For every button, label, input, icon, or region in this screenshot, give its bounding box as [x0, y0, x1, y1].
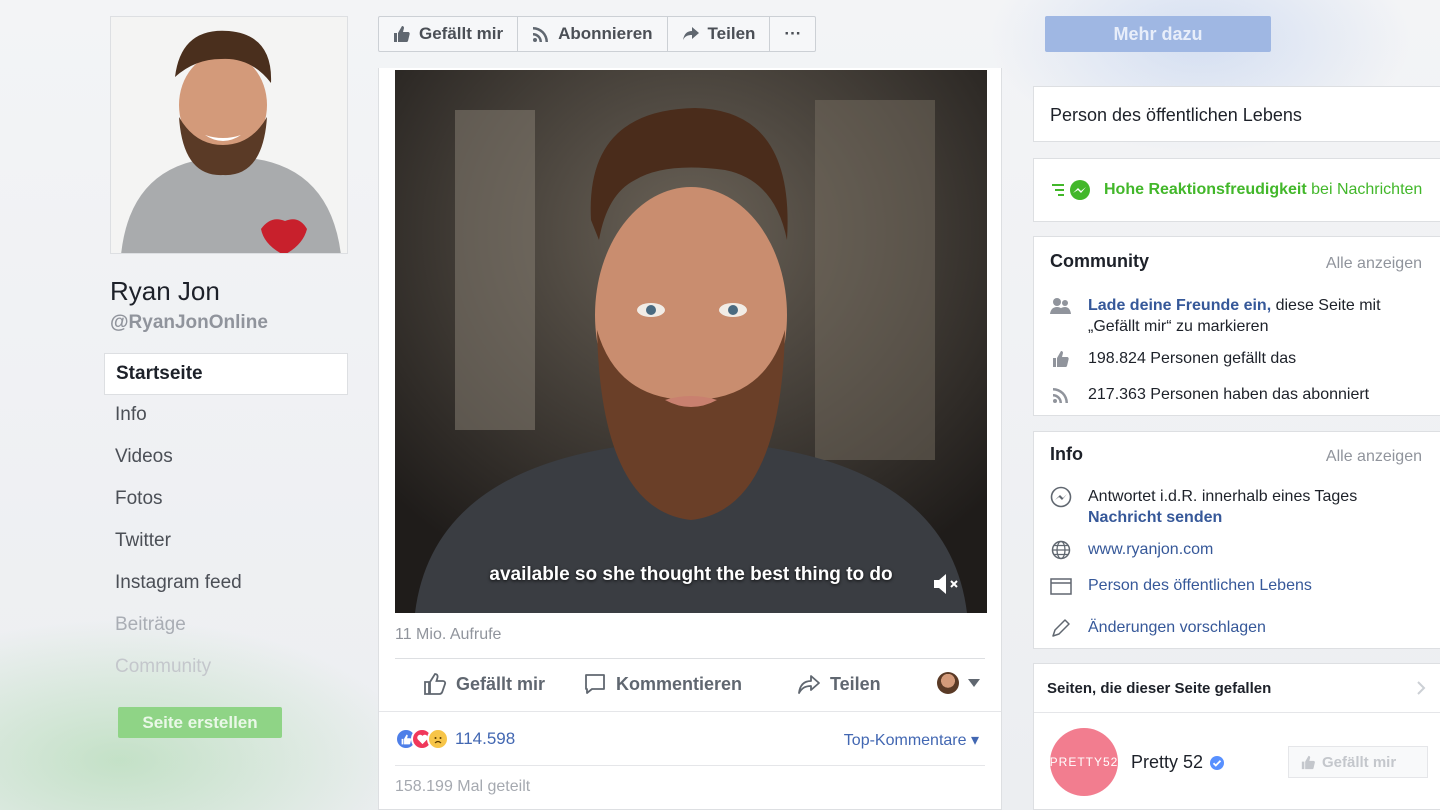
subscribe-label: Abonnieren: [558, 24, 653, 43]
avatar: [937, 672, 959, 694]
comment-sort-dropdown[interactable]: Top-Kommentare ▾: [844, 730, 979, 750]
divider: [1034, 712, 1440, 713]
nav-item-community[interactable]: Community: [104, 647, 348, 689]
page-likes-count: 198.824 Personen gefällt das: [1088, 350, 1297, 367]
thumbs-up-icon: [1301, 755, 1315, 769]
responsiveness-rest: bei Nachrichten: [1306, 181, 1423, 198]
more-options-button[interactable]: ···: [770, 17, 815, 51]
comment-label: Kommentieren: [616, 673, 743, 694]
followers-count: 217.363 Personen haben das abonniert: [1088, 386, 1370, 403]
like-liked-page-button[interactable]: Gefällt mir: [1288, 746, 1428, 778]
page-handle: @RyanJonOnline: [110, 312, 268, 333]
info-card: Info Alle anzeigen Antwortet i.d.R. inne…: [1033, 431, 1440, 649]
nav-item-twitter[interactable]: Twitter: [104, 521, 348, 563]
nav-item-fotos[interactable]: Fotos: [104, 479, 348, 521]
page-title: Ryan Jon: [110, 276, 220, 306]
invite-friends-link[interactable]: Lade deine Freunde ein,: [1088, 297, 1271, 314]
thumbs-up-icon: [394, 26, 410, 42]
category-card: Person des öffentlichen Lebens: [1033, 86, 1440, 142]
ellipsis-icon: ···: [784, 24, 802, 43]
nav-item-info[interactable]: Info: [104, 395, 348, 437]
community-card: Community Alle anzeigen Lade deine Freun…: [1033, 236, 1440, 416]
community-see-all[interactable]: Alle anzeigen: [1326, 255, 1422, 273]
rss-icon: [1050, 384, 1072, 406]
liked-pages-title: Seiten, die dieser Seite gefallen: [1047, 680, 1272, 697]
website-link[interactable]: www.ryanjon.com: [1088, 539, 1213, 561]
share-page-button[interactable]: Teilen: [668, 17, 771, 51]
category-link[interactable]: Person des öffentlichen Lebens: [1088, 575, 1312, 597]
share-count[interactable]: 158.199 Mal geteilt: [395, 778, 530, 796]
like-page-button[interactable]: Gefällt mir: [379, 17, 519, 51]
divider: [395, 658, 985, 659]
like-liked-page-label: Gefällt mir: [1322, 753, 1397, 771]
post-actions: Gefällt mir Kommentieren Teilen: [395, 666, 985, 710]
profile-picture[interactable]: [110, 16, 348, 254]
chevron-right-icon[interactable]: [1416, 680, 1426, 696]
nav-item-instagram-feed[interactable]: Instagram feed: [104, 563, 348, 605]
video-subtitle: available so she thought the best thing …: [489, 564, 893, 585]
liked-pages-card: Seiten, die dieser Seite gefallen PRETTY…: [1033, 663, 1440, 810]
share-post-button[interactable]: Teilen: [797, 672, 881, 696]
page-action-bar: Gefällt mir Abonnieren Teilen ···: [378, 16, 817, 52]
nav-item-beitraege[interactable]: Beiträge: [104, 605, 348, 647]
people-icon: [1050, 295, 1072, 317]
responsiveness-card: Hohe Reaktionsfreudigkeit bei Nachrichte…: [1033, 158, 1440, 222]
liked-page-entry[interactable]: Pretty 52: [1131, 752, 1225, 773]
reaction-count: 114.598: [455, 729, 516, 748]
caret-down-icon: [968, 679, 980, 687]
share-post-label: Teilen: [830, 673, 881, 694]
thumbs-up-icon: [1050, 348, 1072, 370]
liked-page-name: Pretty 52: [1131, 752, 1204, 772]
muted-speaker-icon[interactable]: [931, 570, 961, 598]
responsiveness-label: Hohe Reaktionsfreudigkeit: [1104, 181, 1307, 198]
community-title: Community: [1050, 251, 1149, 271]
share-page-label: Teilen: [707, 24, 756, 43]
liked-page-avatar[interactable]: PRETTY52: [1050, 728, 1118, 796]
page-nav: Startseite Info Videos Fotos Twitter Ins…: [104, 353, 348, 689]
left-column: Ryan Jon @RyanJonOnline Startseite Info …: [0, 0, 362, 810]
info-see-all[interactable]: Alle anzeigen: [1326, 448, 1422, 466]
create-page-button[interactable]: Seite erstellen: [118, 707, 282, 738]
thumbs-up-outline-icon: [424, 673, 447, 695]
learn-more-button[interactable]: Mehr dazu: [1045, 16, 1271, 52]
globe-icon: [1050, 539, 1072, 561]
comment-button[interactable]: Kommentieren: [583, 672, 742, 696]
comment-bubble-icon: [585, 674, 605, 694]
post-as-selector[interactable]: [937, 672, 980, 694]
reaction-summary[interactable]: 114.598: [395, 728, 515, 750]
like-page-label: Gefällt mir: [419, 24, 504, 43]
view-count: 11 Mio. Aufrufe: [395, 626, 502, 643]
share-arrow-icon: [682, 27, 699, 40]
sad-reaction-icon: [427, 728, 449, 750]
suggest-edits-link[interactable]: Änderungen vorschlagen: [1088, 617, 1266, 639]
divider: [379, 711, 1001, 712]
nav-item-videos[interactable]: Videos: [104, 437, 348, 479]
verified-badge-icon: [1210, 755, 1225, 770]
video-player[interactable]: available so she thought the best thing …: [395, 70, 987, 613]
response-time: Antwortet i.d.R. innerhalb eines Tages: [1088, 488, 1358, 505]
like-post-button[interactable]: Gefällt mir: [423, 672, 545, 696]
messenger-icon: [1052, 180, 1090, 200]
nav-item-startseite[interactable]: Startseite: [104, 353, 348, 395]
rss-icon: [533, 27, 549, 42]
subscribe-button[interactable]: Abonnieren: [518, 17, 668, 51]
send-message-link[interactable]: Nachricht senden: [1088, 507, 1357, 528]
page-category: Person des öffentlichen Lebens: [1050, 105, 1302, 125]
video-post: available so she thought the best thing …: [378, 68, 1002, 810]
divider: [395, 765, 985, 766]
share-arrow-outline-icon: [798, 675, 820, 694]
like-post-label: Gefällt mir: [456, 673, 546, 694]
info-title: Info: [1050, 444, 1083, 464]
pencil-icon: [1050, 617, 1072, 639]
folder-icon: [1050, 575, 1072, 597]
messenger-outline-icon: [1050, 486, 1072, 508]
